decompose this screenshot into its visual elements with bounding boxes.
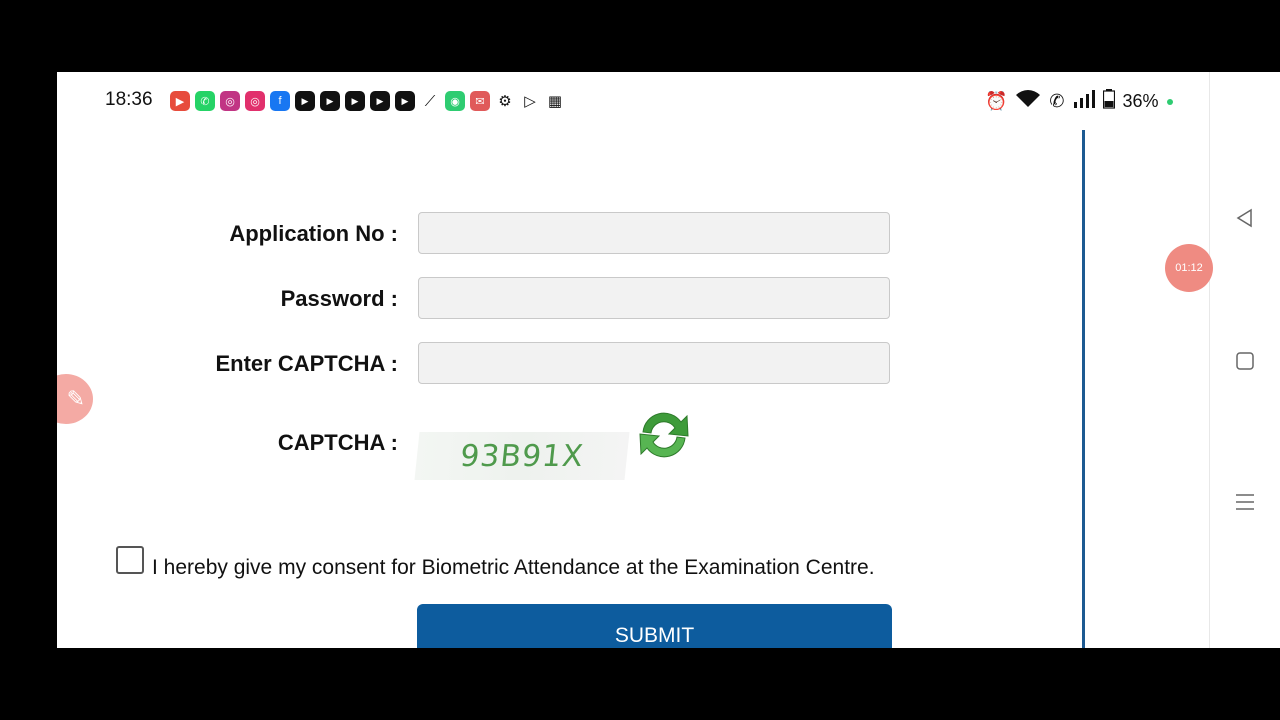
- captcha-label: CAPTCHA :: [277, 430, 398, 455]
- captcha-image: 93B91X: [414, 432, 630, 480]
- play-store-icon: ▷: [524, 93, 536, 110]
- facebook-icon: f: [270, 91, 290, 111]
- captcha-input[interactable]: [418, 342, 890, 384]
- youtube-icon: ▶: [395, 91, 415, 111]
- wifi-icon: [1015, 89, 1041, 114]
- password-input[interactable]: [418, 277, 890, 319]
- notification-icons: ▶ ✆ ◎ ◎ f ▶ ▶ ▶ ▶ ▶ ⟋ ◉ ✉ ⚙ ▷ ▦: [170, 91, 565, 111]
- consent-checkbox[interactable]: [116, 546, 144, 574]
- edit-pen-icon[interactable]: ✎: [57, 374, 93, 424]
- home-icon[interactable]: [1233, 349, 1257, 373]
- instagram-icon: ◎: [220, 91, 240, 111]
- application-no-input[interactable]: [418, 212, 890, 254]
- youtube-icon: ▶: [320, 91, 340, 111]
- gear-icon: ⚙: [498, 93, 512, 110]
- battery-icon: [1102, 89, 1115, 114]
- content-divider: [1082, 130, 1085, 648]
- phone-screen: 18:36 ▶ ✆ ◎ ◎ f ▶ ▶ ▶ ▶ ▶ ⟋ ◉ ✉ ⚙ ▷ ▦ ⏰ ✆ 36%: [57, 72, 1280, 648]
- calendar-icon: ▦: [547, 93, 563, 110]
- nav-divider: [1209, 72, 1210, 648]
- status-time: 18:36: [105, 89, 153, 110]
- recorder-icon: ▶: [170, 91, 190, 111]
- call-icon: ✆: [1049, 91, 1065, 111]
- indicator-dot-icon: [1166, 98, 1173, 105]
- instagram-icon: ◎: [245, 91, 265, 111]
- whatsapp-icon: ✆: [195, 91, 215, 111]
- alarm-icon: ⏰: [985, 91, 1008, 111]
- system-status: ⏰ ✆ 36%: [985, 89, 1173, 114]
- youtube-icon: ▶: [370, 91, 390, 111]
- youtube-icon: ▶: [295, 91, 315, 111]
- application-no-label: Application No :: [229, 221, 398, 246]
- password-label: Password :: [280, 286, 398, 311]
- recording-timer[interactable]: 01:12: [1165, 244, 1213, 292]
- consent-text: I hereby give my consent for Biometric A…: [152, 556, 875, 579]
- enter-captcha-label: Enter CAPTCHA :: [215, 351, 398, 376]
- youtube-icon: ▶: [345, 91, 365, 111]
- battery-percent: 36%: [1122, 91, 1159, 111]
- signal-icon: [1073, 89, 1095, 114]
- chat-icon: ◉: [445, 91, 465, 111]
- submit-button[interactable]: SUBMIT: [417, 604, 892, 648]
- back-icon[interactable]: [1233, 206, 1257, 230]
- mail-icon: ✉: [470, 91, 490, 111]
- app-icon: ⟋: [424, 92, 436, 110]
- refresh-captcha-icon[interactable]: [633, 404, 695, 466]
- menu-icon[interactable]: [1233, 490, 1257, 514]
